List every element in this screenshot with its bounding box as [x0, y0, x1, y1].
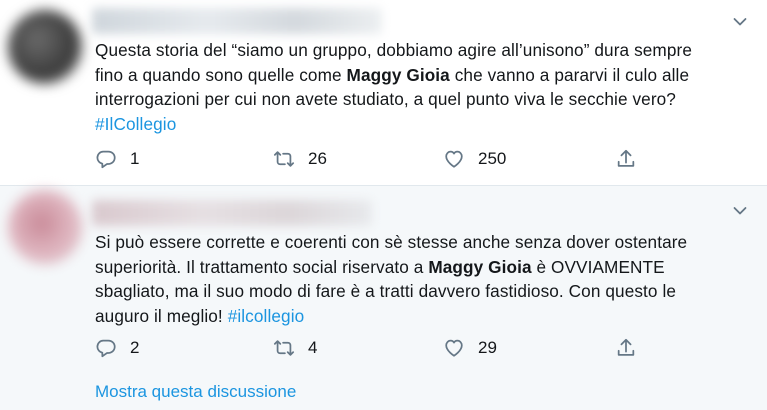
tweet[interactable]: Si può essere corrette e coerenti con sè… — [0, 186, 767, 410]
retweet-button[interactable]: 26 — [273, 147, 327, 171]
retweet-button[interactable]: 4 — [273, 336, 317, 360]
avatar[interactable] — [8, 190, 82, 264]
like-button[interactable]: 29 — [443, 336, 497, 360]
mention-name: Maggy Gioia — [428, 256, 532, 277]
show-thread-link[interactable]: Mostra questa discussione — [95, 382, 296, 402]
reply-count: 2 — [130, 338, 140, 357]
avatar[interactable] — [8, 10, 82, 84]
blurred-username — [92, 200, 372, 226]
share-button[interactable] — [615, 336, 637, 360]
reply-icon — [96, 339, 116, 358]
share-icon — [617, 149, 635, 167]
retweet-icon — [273, 151, 295, 167]
reply-button[interactable]: 2 — [95, 336, 139, 360]
blurred-username — [92, 8, 382, 34]
share-icon — [617, 338, 635, 356]
retweet-icon — [273, 340, 295, 356]
chevron-down-icon[interactable] — [733, 206, 747, 216]
hashtag-link[interactable]: #ilcollegio — [228, 306, 305, 326]
reply-button[interactable]: 1 — [95, 147, 139, 171]
retweet-count: 26 — [308, 149, 327, 168]
tweet-text: Questa storia del “siamo un gruppo, dobb… — [95, 38, 715, 136]
tweet[interactable]: Questa storia del “siamo un gruppo, dobb… — [0, 0, 767, 185]
mention-name: Maggy Gioia — [346, 64, 450, 85]
tweet-actions: 2 4 29 — [95, 336, 655, 360]
reply-count: 1 — [130, 149, 140, 168]
retweet-count: 4 — [308, 338, 318, 357]
like-icon — [445, 339, 463, 357]
like-count: 29 — [478, 338, 497, 357]
like-icon — [445, 150, 463, 168]
hashtag-link[interactable]: #IlCollegio — [95, 114, 176, 134]
like-button[interactable]: 250 — [443, 147, 506, 171]
share-button[interactable] — [615, 147, 637, 171]
tweet-actions: 1 26 250 — [95, 147, 655, 171]
like-count: 250 — [478, 149, 507, 168]
chevron-down-icon[interactable] — [733, 17, 747, 27]
tweet-text: Si può essere corrette e coerenti con sè… — [95, 230, 715, 328]
reply-icon — [96, 150, 116, 169]
